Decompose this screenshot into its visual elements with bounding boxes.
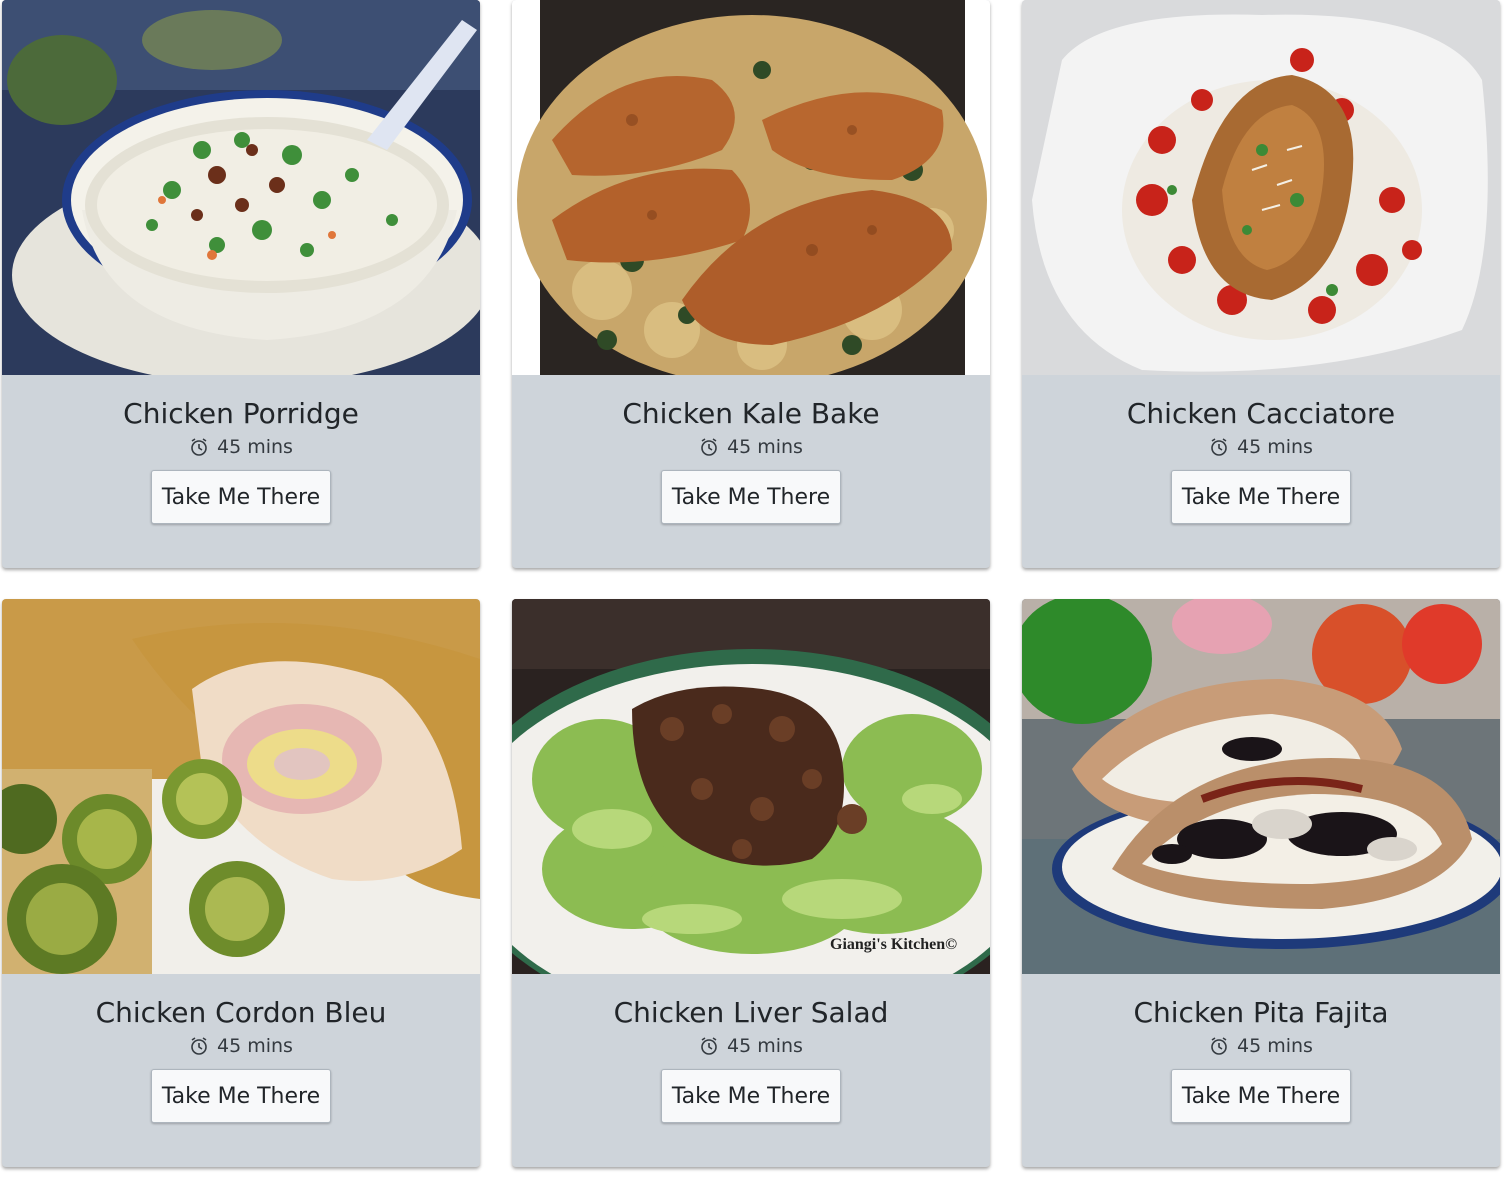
recipe-photo-chicken-porridge — [2, 0, 480, 375]
recipe-photo-chicken-pita-fajita — [1022, 599, 1500, 974]
take-me-there-button[interactable]: Take Me There — [1170, 1069, 1352, 1123]
recipe-card: Chicken Kale Bake 45 mins Take Me There — [512, 0, 990, 568]
recipe-title: Chicken Cacciatore — [1126, 397, 1396, 430]
recipe-title: Chicken Kale Bake — [622, 397, 880, 430]
recipe-time: 45 mins — [699, 436, 803, 458]
alarm-clock-icon — [1209, 437, 1229, 457]
recipe-time: 45 mins — [189, 436, 293, 458]
recipe-photo-chicken-cacciatore — [1022, 0, 1500, 375]
take-me-there-button[interactable]: Take Me There — [1170, 470, 1352, 524]
alarm-clock-icon — [189, 1036, 209, 1056]
take-me-there-button[interactable]: Take Me There — [150, 470, 332, 524]
recipe-card: Chicken Pita Fajita 45 mins Take Me Ther… — [1022, 599, 1500, 1167]
recipe-photo-chicken-cordon-bleu — [2, 599, 480, 974]
recipe-time: 45 mins — [699, 1035, 803, 1057]
recipe-card: Chicken Porridge 45 mins Take Me There — [2, 0, 480, 568]
recipe-time: 45 mins — [1209, 436, 1313, 458]
recipe-card: Giangi's Kitchen© Chicken Liver Salad 45… — [512, 599, 990, 1167]
take-me-there-button[interactable]: Take Me There — [660, 1069, 842, 1123]
recipe-title: Chicken Pita Fajita — [1133, 996, 1389, 1029]
alarm-clock-icon — [699, 437, 719, 457]
alarm-clock-icon — [189, 437, 209, 457]
recipe-time: 45 mins — [189, 1035, 293, 1057]
recipe-grid: Chicken Porridge 45 mins Take Me There C… — [2, 0, 1503, 1167]
recipe-photo-chicken-liver-salad: Giangi's Kitchen© — [512, 599, 990, 974]
recipe-title: Chicken Porridge — [123, 397, 359, 430]
alarm-clock-icon — [699, 1036, 719, 1056]
take-me-there-button[interactable]: Take Me There — [150, 1069, 332, 1123]
recipe-time-label: 45 mins — [217, 1035, 293, 1057]
recipe-photo-chicken-kale-bake — [512, 0, 990, 375]
recipe-card: Chicken Cacciatore 45 mins Take Me There — [1022, 0, 1500, 568]
recipe-time: 45 mins — [1209, 1035, 1313, 1057]
alarm-clock-icon — [1209, 1036, 1229, 1056]
recipe-title: Chicken Liver Salad — [613, 996, 889, 1029]
recipe-time-label: 45 mins — [727, 436, 803, 458]
take-me-there-button[interactable]: Take Me There — [660, 470, 842, 524]
recipe-time-label: 45 mins — [1237, 436, 1313, 458]
recipe-card: Chicken Cordon Bleu 45 mins Take Me Ther… — [2, 599, 480, 1167]
recipe-title: Chicken Cordon Bleu — [95, 996, 387, 1029]
recipe-time-label: 45 mins — [1237, 1035, 1313, 1057]
recipe-time-label: 45 mins — [727, 1035, 803, 1057]
watermark-text: Giangi's Kitchen© — [830, 936, 957, 953]
recipe-time-label: 45 mins — [217, 436, 293, 458]
